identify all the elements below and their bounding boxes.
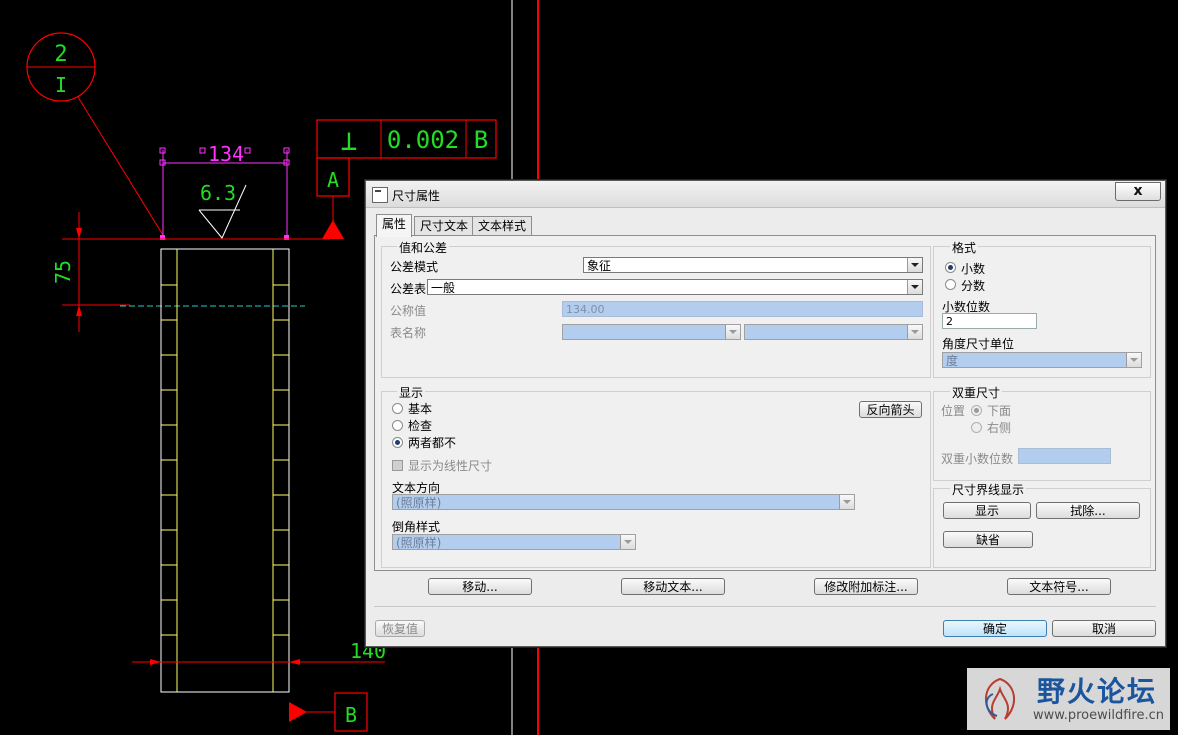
gdt-datum: B [474, 126, 488, 154]
window-icon [372, 187, 388, 203]
angle-unit-value: 度 [946, 354, 959, 368]
dim-75-arrow-bottom [76, 305, 82, 316]
witness-erase-button[interactable]: 拭除... [1036, 502, 1140, 519]
chevron-down-icon [907, 325, 922, 339]
chamfer-style-value: (照原样) [396, 536, 442, 550]
text-direction-value: (照原样) [396, 496, 442, 510]
tab-text-style[interactable]: 文本样式 [472, 216, 533, 236]
balloon-bottom-text: I [55, 73, 67, 97]
datum-a-label: A [327, 168, 339, 192]
table-name-label: 表名称 [390, 326, 427, 340]
decimals-input[interactable]: 2 [942, 313, 1037, 329]
chevron-down-icon [839, 495, 854, 509]
dual-below-radio [971, 405, 982, 416]
watermark-url: www.proewildfire.cn [1033, 708, 1164, 723]
basic-label: 基本 [408, 402, 433, 416]
decimal-radio[interactable] [945, 262, 956, 273]
chevron-down-icon [1126, 353, 1141, 367]
chevron-down-icon[interactable] [907, 258, 922, 272]
nominal-value-label: 公称值 [390, 304, 427, 318]
inspection-radio[interactable] [392, 420, 403, 431]
dual-right-label: 右侧 [987, 421, 1012, 435]
text-symbol-button[interactable]: 文本符号... [1007, 578, 1111, 595]
group-format-title: 格式 [950, 239, 979, 256]
tab-panel: 值和公差 公差模式 象征 公差表 一般 公称值 134.00 表名称 格式 小数… [374, 235, 1156, 571]
chamfer-style-label: 倒角样式 [392, 520, 441, 534]
angle-unit-select: 度 [942, 352, 1142, 368]
gdt-symbol: ⊥ [341, 124, 358, 157]
witness-show-button[interactable]: 显示 [943, 502, 1031, 519]
footer-divider [374, 606, 1156, 607]
dual-right-radio [971, 422, 982, 433]
dim-handle [244, 147, 251, 154]
ok-button[interactable]: 确定 [943, 620, 1047, 637]
dialog-title: 尺寸属性 [392, 189, 441, 203]
nominal-value-field: 134.00 [562, 301, 923, 317]
dual-position-label: 位置 [941, 404, 966, 418]
decimal-label: 小数 [961, 262, 986, 276]
group-display-title: 显示 [397, 384, 426, 401]
dim-75-arrow-top [76, 228, 82, 239]
watermark-title: 野火论坛 [1037, 675, 1158, 708]
chevron-down-icon[interactable] [907, 280, 922, 294]
tolerance-mode-label: 公差模式 [390, 260, 439, 274]
cancel-button[interactable]: 取消 [1052, 620, 1156, 637]
dimension-properties-dialog: 尺寸属性 x 属性 尺寸文本 文本样式 值和公差 公差模式 象征 公差表 一般 … [365, 180, 1166, 647]
fraction-radio[interactable] [945, 279, 956, 290]
dim-handle [199, 147, 206, 154]
modify-attached-button[interactable]: 修改附加标注... [814, 578, 918, 595]
dialog-titlebar[interactable]: 尺寸属性 x [366, 181, 1165, 208]
part-thread-lines [161, 284, 289, 636]
balloon-leader [77, 96, 167, 241]
basic-radio[interactable] [392, 403, 403, 414]
restore-button: 恢复值 [375, 620, 425, 637]
flame-logo-icon [985, 677, 1015, 720]
group-witness-title: 尺寸界线显示 [950, 481, 1027, 498]
chevron-down-icon [725, 325, 740, 339]
balloon-top-text: 2 [54, 42, 67, 67]
tolerance-mode-value: 象征 [587, 259, 612, 273]
datum-a-triangle [322, 220, 344, 239]
group-value-title: 值和公差 [397, 239, 450, 256]
dim-140-arrow-left [150, 659, 161, 665]
neither-label: 两者都不 [408, 436, 457, 450]
show-linear-label: 显示为线性尺寸 [408, 459, 493, 473]
dual-decimals-input [1018, 448, 1111, 464]
tolerance-table-label: 公差表 [390, 282, 427, 296]
gdt-tolerance: 0.002 [387, 126, 459, 154]
group-witness-line [933, 488, 1151, 568]
watermark: 野火论坛 www.proewildfire.cn [967, 668, 1170, 730]
table-column-select [744, 324, 923, 340]
dual-decimals-label: 双重小数位数 [941, 452, 1014, 466]
tab-properties[interactable]: 属性 [376, 214, 413, 237]
tab-dimension-text[interactable]: 尺寸文本 [414, 216, 475, 236]
roughness-value[interactable]: 6.3 [200, 181, 236, 205]
dim-140-arrow-right [289, 659, 300, 665]
datum-b-label: B [345, 703, 357, 727]
tolerance-table-select[interactable]: 一般 [427, 279, 923, 295]
dim-134-text[interactable]: 134 [208, 142, 244, 166]
dim-75-text[interactable]: 75 [51, 260, 75, 284]
group-dual-dimension [933, 391, 1151, 481]
tolerance-table-value: 一般 [431, 281, 456, 295]
chamfer-style-select: (照原样) [392, 534, 636, 550]
part-outline [160, 248, 290, 693]
chevron-down-icon [620, 535, 635, 549]
move-text-button[interactable]: 移动文本... [621, 578, 725, 595]
table-name-select [562, 324, 741, 340]
angle-unit-label: 角度尺寸单位 [942, 337, 1015, 351]
inspection-label: 检查 [408, 419, 433, 433]
move-button[interactable]: 移动... [428, 578, 532, 595]
dual-below-label: 下面 [987, 404, 1012, 418]
show-linear-checkbox [392, 460, 403, 471]
text-direction-select: (照原样) [392, 494, 855, 510]
tolerance-mode-select[interactable]: 象征 [583, 257, 923, 273]
neither-radio[interactable] [392, 437, 403, 448]
fraction-label: 分数 [961, 279, 986, 293]
group-dual-title: 双重尺寸 [950, 384, 1003, 401]
close-button[interactable]: x [1115, 182, 1161, 201]
witness-default-button[interactable]: 缺省 [943, 531, 1033, 548]
flip-arrows-button[interactable]: 反向箭头 [859, 401, 922, 418]
